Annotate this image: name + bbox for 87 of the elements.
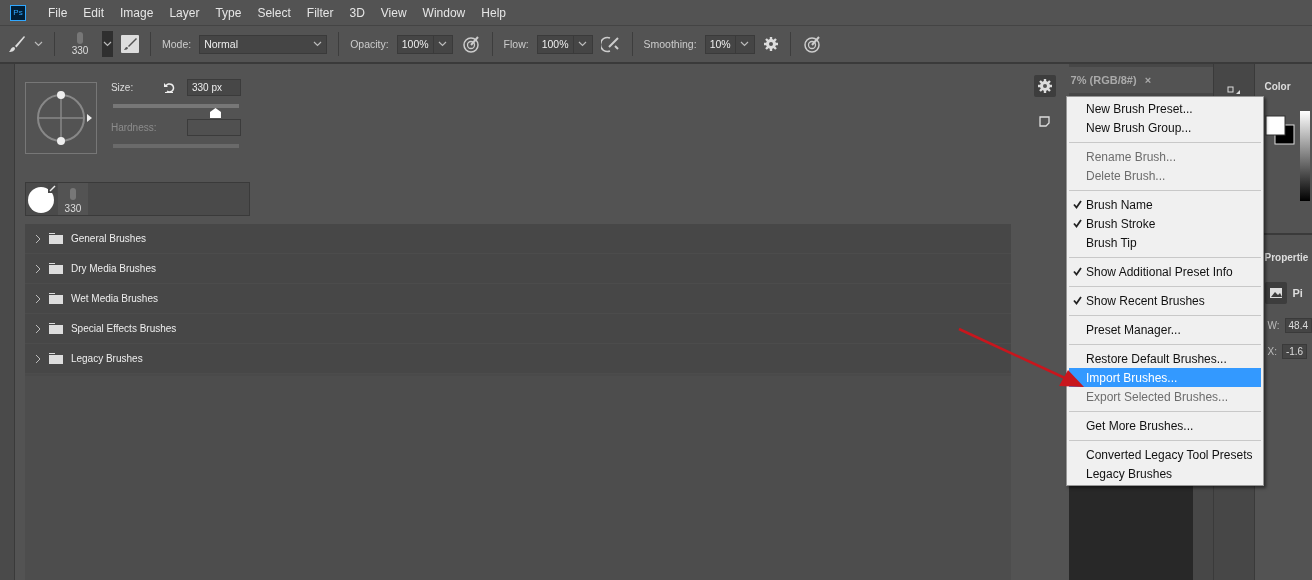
size-field[interactable]: 330 px: [186, 78, 241, 96]
menu-item[interactable]: New Brush Group...: [1069, 118, 1261, 137]
menu-item[interactable]: Brush Name: [1069, 195, 1261, 214]
brush-preset-picker[interactable]: 330: [66, 32, 94, 56]
brush-group[interactable]: General Brushes: [24, 224, 1011, 254]
menu-item[interactable]: View: [380, 5, 407, 20]
smoothing-field[interactable]: 10%: [704, 34, 755, 54]
group-label: General Brushes: [70, 233, 146, 244]
field-label: X:: [1267, 345, 1277, 357]
caret-icon: [740, 41, 750, 47]
layer-type-label: Pi: [1292, 287, 1303, 299]
menu-item[interactable]: Legacy Brushes: [1069, 464, 1261, 483]
folder-icon: [48, 263, 63, 274]
size-label: Size:: [110, 81, 135, 93]
chevron-icon[interactable]: [34, 233, 41, 244]
smoothing-settings-icon[interactable]: [762, 36, 779, 52]
flow-field[interactable]: 100%: [536, 34, 593, 54]
group-label: Wet Media Brushes: [70, 293, 158, 304]
menu-item[interactable]: Show Recent Brushes: [1069, 291, 1261, 310]
chevron-icon[interactable]: [34, 353, 41, 364]
menu-item[interactable]: Show Additional Preset Info: [1069, 262, 1261, 281]
document-title: 7% (RGB/8#): [1070, 74, 1137, 86]
brush-panel-toggle-icon[interactable]: [121, 35, 139, 53]
brush-icon[interactable]: [8, 35, 26, 53]
menu-item[interactable]: Brush Tip: [1069, 233, 1261, 252]
brush-group[interactable]: Dry Media Brushes: [24, 254, 1011, 284]
caret-icon: [312, 41, 322, 47]
chevron-icon[interactable]: [34, 263, 41, 274]
opacity-field[interactable]: 100%: [396, 34, 453, 54]
caret-icon: [578, 41, 587, 47]
menu-item[interactable]: File: [48, 5, 68, 20]
folder-icon: [48, 323, 63, 334]
airbrush-icon[interactable]: [600, 34, 621, 54]
menu-item[interactable]: Brush Stroke: [1069, 214, 1261, 233]
menu-item[interactable]: Get More Brushes...: [1069, 416, 1261, 435]
reset-icon[interactable]: [162, 81, 175, 93]
menu-item[interactable]: Preset Manager...: [1069, 320, 1261, 339]
mode-dropdown[interactable]: Normal: [199, 34, 328, 54]
folder-icon: [48, 293, 63, 304]
app-logo[interactable]: Ps: [10, 4, 26, 21]
pressure-opacity-icon[interactable]: [460, 34, 481, 54]
menu-item[interactable]: Image: [120, 5, 154, 20]
menu-item[interactable]: Edit: [83, 5, 105, 20]
flow-label: Flow:: [503, 38, 529, 50]
menu-item[interactable]: Restore Default Brushes...: [1069, 349, 1261, 368]
group-label: Special Effects Brushes: [70, 323, 177, 334]
field-label: W:: [1267, 319, 1280, 331]
menu-item[interactable]: Converted Legacy Tool Presets: [1069, 445, 1261, 464]
menu-item[interactable]: Window: [422, 5, 466, 20]
caret-icon: [103, 41, 112, 47]
dropdown-button[interactable]: [102, 31, 113, 57]
chevron-icon[interactable]: [34, 323, 41, 334]
brush-group[interactable]: Wet Media Brushes: [24, 284, 1011, 314]
check-icon: [1073, 267, 1082, 276]
round-brush-thumbnail[interactable]: [25, 183, 58, 215]
brush-thumbnail[interactable]: 330: [57, 183, 88, 215]
group-label: Dry Media Brushes: [70, 263, 156, 274]
check-icon: [1073, 200, 1082, 209]
menu-item[interactable]: Filter: [306, 5, 334, 20]
check-icon: [1073, 296, 1082, 305]
pressure-size-icon[interactable]: [801, 34, 822, 54]
menu-item[interactable]: Help: [481, 5, 506, 20]
value-field[interactable]: -1.6: [1281, 343, 1308, 359]
chevron-icon[interactable]: [34, 293, 41, 304]
folder-icon: [48, 353, 63, 364]
mode-label: Mode:: [162, 38, 192, 50]
check-icon: [1073, 219, 1082, 228]
brush-angle-preview[interactable]: [24, 82, 97, 154]
smoothing-label: Smoothing:: [643, 38, 697, 50]
color-swatches[interactable]: [1264, 115, 1295, 145]
menu-item[interactable]: Select: [257, 5, 291, 20]
value-field[interactable]: 48.4: [1284, 317, 1312, 333]
hardness-label: Hardness:: [110, 121, 158, 133]
image-icon: [1264, 282, 1287, 304]
menu-item[interactable]: Layer: [169, 5, 200, 20]
group-label: Legacy Brushes: [70, 353, 143, 364]
caret-icon: [34, 41, 43, 47]
menu-item[interactable]: 3D: [349, 5, 365, 20]
color-ramp[interactable]: [1299, 111, 1310, 201]
opacity-label: Opacity:: [350, 38, 389, 50]
menu-item[interactable]: Type: [215, 5, 242, 20]
brush-group[interactable]: Special Effects Brushes: [24, 314, 1011, 344]
new-preset-icon[interactable]: [1038, 116, 1050, 127]
panel-icon[interactable]: [1226, 86, 1241, 95]
caret-icon: [438, 41, 448, 47]
hardness-field[interactable]: [186, 118, 241, 136]
folder-icon: [48, 233, 63, 244]
